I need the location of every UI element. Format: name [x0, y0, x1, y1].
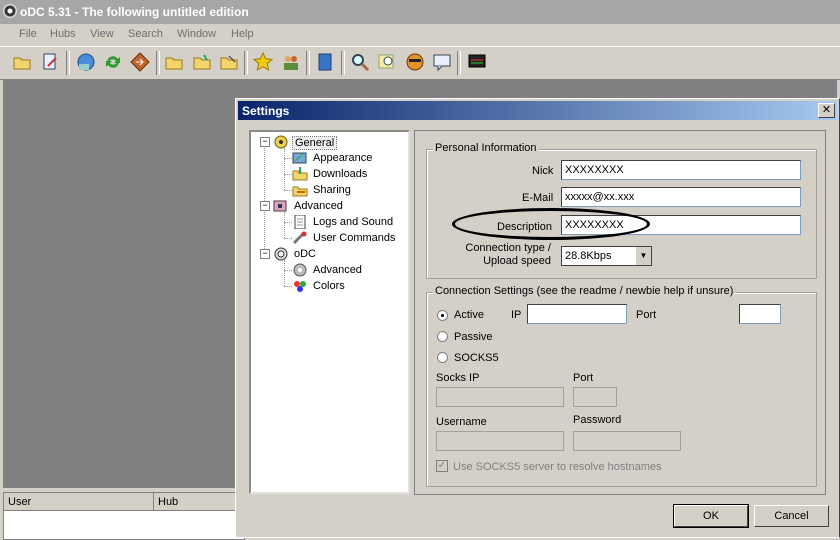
- menu-window[interactable]: Window: [177, 28, 216, 40]
- monitor-icon[interactable]: [467, 52, 487, 72]
- column-hub-label: Hub: [158, 496, 179, 508]
- refresh-icon[interactable]: [103, 52, 123, 72]
- column-header-user[interactable]: User: [4, 493, 154, 511]
- book-icon[interactable]: [315, 52, 335, 72]
- tree-sharing-label: Sharing: [313, 184, 351, 196]
- dialog-title: Settings: [242, 104, 290, 118]
- close-icon[interactable]: ✕: [818, 103, 835, 118]
- active-label: Active: [454, 309, 484, 321]
- port-field[interactable]: [739, 304, 781, 324]
- socks-port-field[interactable]: [573, 387, 617, 407]
- tree-downloads-label: Downloads: [313, 168, 368, 180]
- settings-tree[interactable]: − General Appearance Downloads Sharing −…: [249, 130, 410, 494]
- menu-view[interactable]: View: [90, 28, 114, 40]
- use-socks-checkbox[interactable]: ✓: [436, 460, 448, 472]
- username-label: Username: [436, 416, 487, 428]
- collapse-odc-icon[interactable]: −: [260, 249, 270, 259]
- tree-user-commands-label: User Commands: [313, 232, 396, 244]
- window-title: oDC 5.31 - The following untitled editio…: [20, 5, 249, 19]
- tree-general-label: General: [292, 136, 338, 150]
- email-label: E-Mail: [522, 192, 554, 204]
- cancel-button[interactable]: Cancel: [754, 505, 829, 527]
- avatar-face-icon[interactable]: [405, 52, 425, 72]
- port-label: Port: [636, 309, 657, 321]
- chat-icon[interactable]: [432, 52, 452, 72]
- ip-label: IP: [511, 309, 522, 321]
- folder-edit-icon[interactable]: [219, 52, 239, 72]
- socks-ip-label: Socks IP: [436, 372, 480, 384]
- chevron-down-icon[interactable]: ▼: [635, 247, 651, 265]
- magnify-doc-icon[interactable]: [377, 52, 397, 72]
- tree-appearance-label: Appearance: [313, 152, 373, 164]
- menu-help[interactable]: Help: [231, 28, 254, 40]
- menu-hubs[interactable]: Hubs: [50, 28, 76, 40]
- open-folder-icon[interactable]: [12, 52, 32, 72]
- user-list[interactable]: User Hub: [3, 492, 245, 540]
- search-icon[interactable]: [350, 52, 370, 72]
- users-icon[interactable]: [281, 52, 301, 72]
- collapse-advanced-icon[interactable]: −: [260, 201, 270, 211]
- network-globe-icon[interactable]: [76, 52, 96, 72]
- password-field[interactable]: [573, 431, 681, 451]
- use-socks-label: Use SOCKS5 server to resolve hostnames: [453, 461, 662, 473]
- tree-colors-label: Colors: [313, 280, 345, 292]
- nick-field[interactable]: XXXXXXXX: [561, 160, 801, 180]
- window-titlebar: oDC 5.31 - The following untitled editio…: [0, 0, 840, 24]
- column-header-hub[interactable]: Hub: [154, 493, 245, 511]
- edit-doc-icon[interactable]: [40, 52, 60, 72]
- ip-field[interactable]: [527, 304, 627, 324]
- connection-settings-group: Connection Settings (see the readme / ne…: [426, 285, 817, 487]
- socks-ip-field[interactable]: [436, 387, 564, 407]
- personal-info-title: Personal Information: [433, 142, 539, 154]
- nick-label: Nick: [532, 165, 554, 177]
- tree-logs-label: Logs and Sound: [313, 216, 394, 228]
- email-field[interactable]: xxxxx@xx.xxx: [561, 187, 801, 207]
- socks5-label: SOCKS5: [454, 352, 499, 364]
- password-label: Password: [573, 414, 622, 426]
- annotation-ellipse: [452, 208, 650, 240]
- socks-port-label: Port: [573, 372, 594, 384]
- general-settings-panel: Personal Information Nick XXXXXXXX E-Mai…: [414, 130, 826, 495]
- tree-odc-advanced-label: Advanced: [313, 264, 362, 276]
- menu-file[interactable]: File: [19, 28, 37, 40]
- collapse-general-icon[interactable]: −: [260, 137, 270, 147]
- username-field[interactable]: [436, 431, 564, 451]
- toolbar: [0, 47, 840, 80]
- dialog-titlebar: Settings ✕: [238, 101, 837, 120]
- passive-radio[interactable]: [437, 331, 448, 342]
- socks5-radio[interactable]: [437, 352, 448, 363]
- folder-icon[interactable]: [164, 52, 184, 72]
- settings-dialog: Settings ✕ − General Appearance Download…: [235, 98, 840, 538]
- connection-settings-title: Connection Settings (see the readme / ne…: [433, 285, 736, 297]
- tree-advanced-label: Advanced: [294, 200, 343, 212]
- favorite-star-icon[interactable]: [252, 51, 274, 72]
- tree-odc-label: oDC: [294, 248, 317, 260]
- upload-speed-select[interactable]: 28.8Kbps ▼: [561, 246, 652, 266]
- app-icon: [3, 4, 17, 18]
- folder-star-icon[interactable]: [192, 52, 212, 72]
- upload-speed-value: 28.8Kbps: [565, 250, 612, 262]
- diamond-arrow-icon[interactable]: [130, 52, 150, 72]
- menu-search[interactable]: Search: [128, 28, 163, 40]
- upload-speed-label: Upload speed: [483, 255, 551, 267]
- passive-label: Passive: [454, 331, 493, 343]
- ok-button[interactable]: OK: [673, 504, 749, 528]
- column-user-label: User: [8, 496, 32, 508]
- active-radio[interactable]: [437, 310, 448, 321]
- connection-type-label: Connection type /: [465, 242, 551, 254]
- menu-bar: File Hubs View Search Window Help: [0, 24, 840, 47]
